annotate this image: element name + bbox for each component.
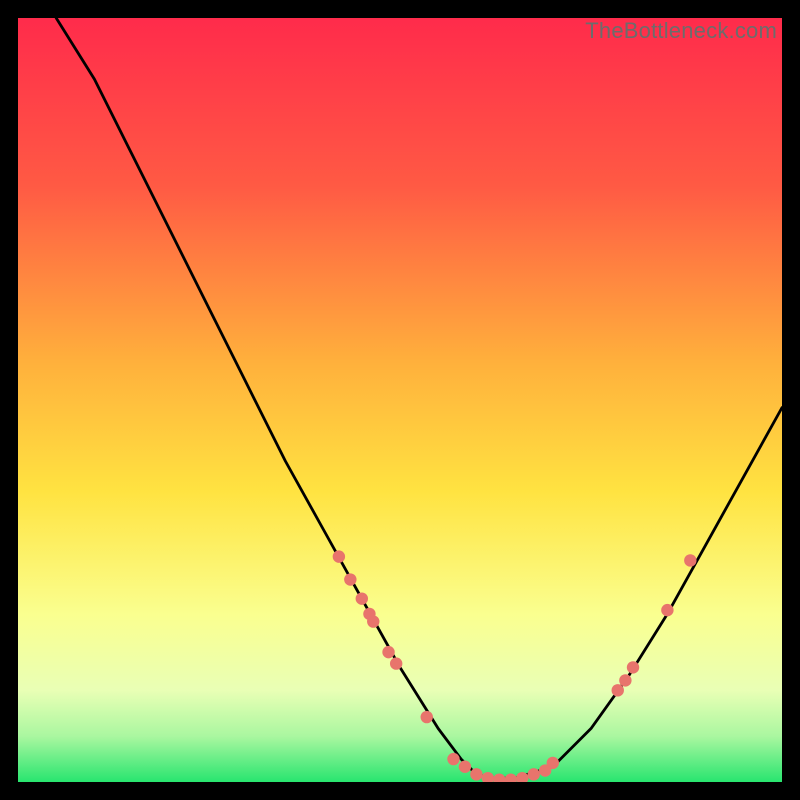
data-point: [447, 753, 459, 765]
data-point: [356, 592, 368, 604]
watermark-text: TheBottleneck.com: [585, 18, 777, 44]
data-point: [547, 757, 559, 769]
chart-frame: TheBottleneck.com: [18, 18, 782, 782]
data-point: [459, 761, 471, 773]
data-point: [421, 711, 433, 723]
data-point: [627, 661, 639, 673]
data-point: [470, 768, 482, 780]
data-point: [528, 768, 540, 780]
data-point: [619, 674, 631, 686]
data-point: [382, 646, 394, 658]
data-point: [390, 657, 402, 669]
data-point: [661, 604, 673, 616]
data-point: [344, 573, 356, 585]
data-point: [333, 550, 345, 562]
data-point: [612, 684, 624, 696]
data-point: [684, 554, 696, 566]
chart-svg: [18, 18, 782, 782]
data-point: [367, 615, 379, 627]
